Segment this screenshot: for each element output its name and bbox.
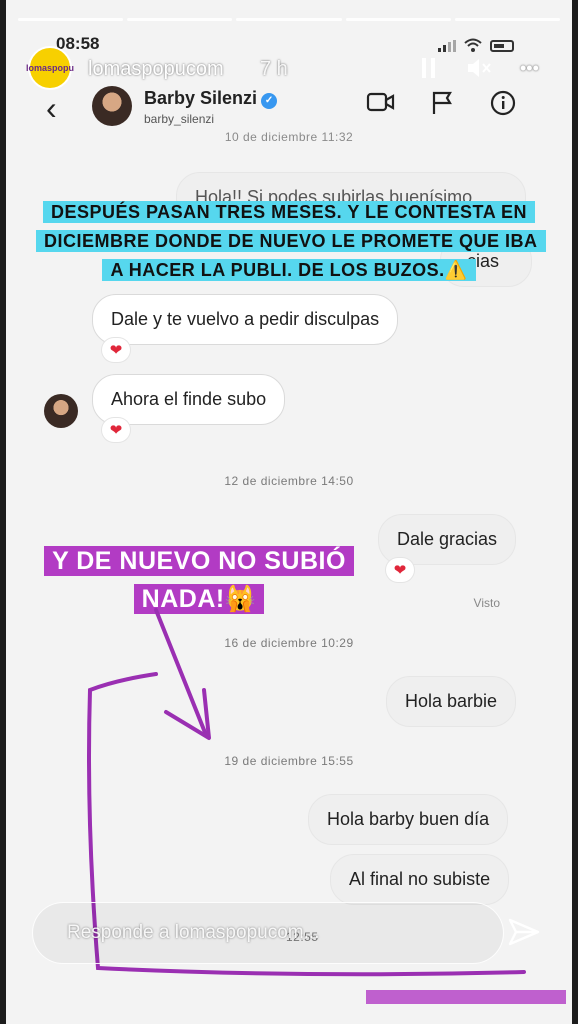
story-viewer: 08:58 lomaspopu lomaspopucom 7 h ••• ‹ B… <box>6 0 572 1024</box>
reply-input[interactable]: Responde a lomaspopucom... <box>32 902 504 964</box>
story-caption-cyan: DESPUÉS PASAN TRES MESES. Y LE CONTESTA … <box>36 198 546 285</box>
send-icon[interactable] <box>506 914 542 950</box>
story-caption-purple: Y DE NUEVO NO SUBIÓ NADA!🙀 <box>26 542 372 618</box>
progress-segment <box>18 18 124 21</box>
dm-header: ‹ Barby Silenzi ✓ barby_silenzi <box>6 84 572 136</box>
timestamp: 10 de diciembre 11:32 <box>224 130 354 144</box>
heart-reaction-icon: ❤ <box>102 338 130 362</box>
dm-contact-name[interactable]: Barby Silenzi ✓ <box>144 88 278 109</box>
message-bubble[interactable]: Dale y te vuelvo a pedir disculpas <box>92 294 399 345</box>
message-bubble[interactable]: Hola barbie <box>386 676 517 727</box>
verified-icon: ✓ <box>261 93 278 109</box>
progress-segment <box>454 18 561 21</box>
progress-segment <box>127 18 233 21</box>
caption-text: DESPUÉS PASAN TRES MESES. Y LE CONTESTA … <box>36 201 546 281</box>
story-progress <box>18 18 561 21</box>
dm-contact-handle: barby_silenzi <box>144 112 215 126</box>
progress-segment <box>236 18 342 21</box>
progress-segment <box>345 18 451 21</box>
back-icon[interactable]: ‹ <box>46 90 57 127</box>
pause-icon[interactable] <box>420 56 438 86</box>
timestamp: 16 de diciembre 10:29 <box>224 636 354 650</box>
timestamp: 12 de diciembre 14:50 <box>224 474 354 488</box>
message-bubble[interactable]: Ahora el finde subo <box>92 374 286 425</box>
reply-placeholder: Responde a lomaspopucom... <box>67 922 320 943</box>
contact-name-text: Barby Silenzi <box>144 88 258 108</box>
more-options-icon[interactable]: ••• <box>520 58 539 79</box>
story-username[interactable]: lomaspopucom <box>88 58 224 81</box>
caption-text: Y DE NUEVO NO SUBIÓ NADA!🙀 <box>44 546 354 614</box>
story-age: 7 h <box>260 58 288 80</box>
heart-reaction-icon: ❤ <box>102 418 130 442</box>
heart-reaction-icon: ❤ <box>386 558 414 582</box>
timestamp: 19 de diciembre 15:55 <box>224 754 354 768</box>
seen-status: Visto <box>473 596 500 610</box>
flag-icon[interactable] <box>430 90 454 123</box>
caption-fragment <box>366 990 566 1004</box>
message-bubble[interactable]: Al final no subiste <box>330 854 510 905</box>
avatar[interactable] <box>92 86 132 126</box>
video-call-icon[interactable] <box>366 90 396 121</box>
info-icon[interactable] <box>490 90 516 123</box>
avatar[interactable] <box>44 394 78 428</box>
mute-icon[interactable] <box>466 56 492 86</box>
message-bubble[interactable]: Hola barby buen día <box>308 794 509 845</box>
